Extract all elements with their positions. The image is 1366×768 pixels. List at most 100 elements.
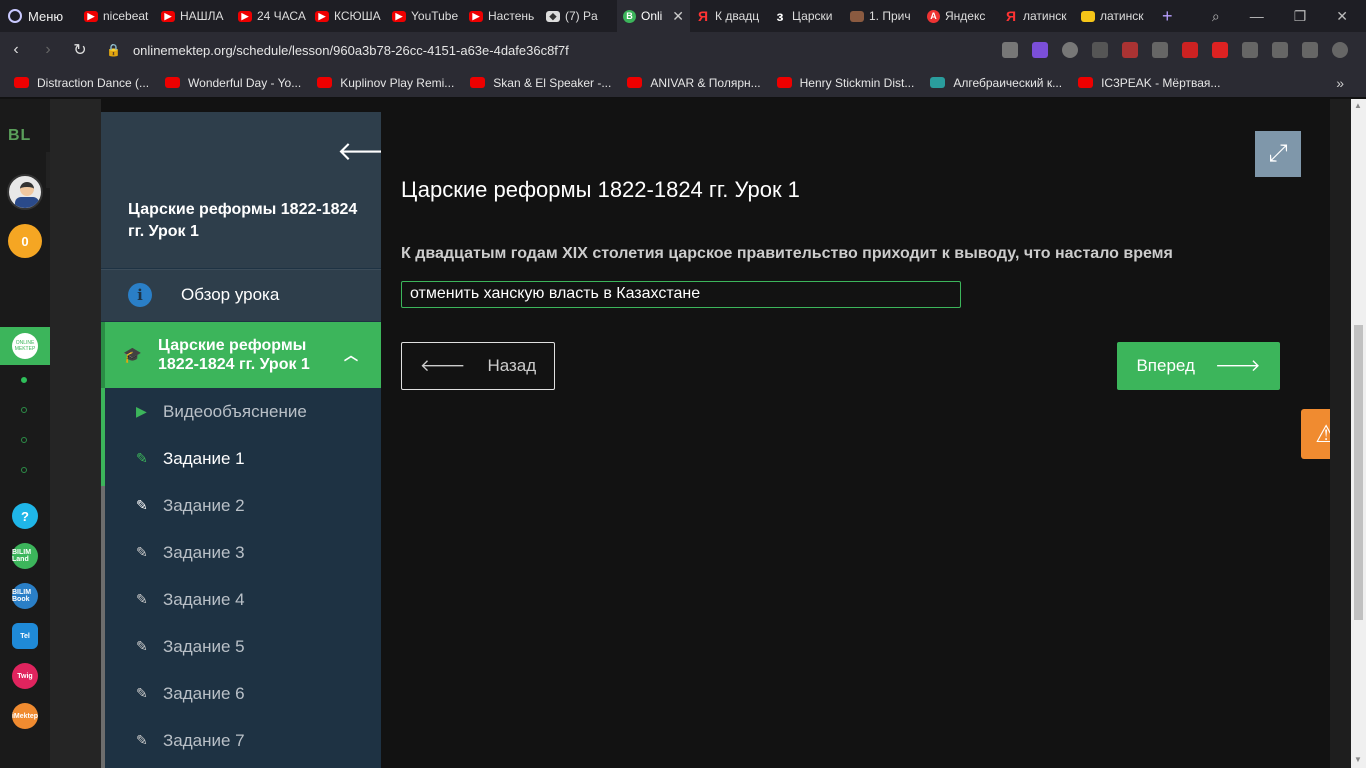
browser-tab[interactable]: латинск — [1075, 0, 1152, 32]
window-controls: ⌕ — ❐ ✕ — [1212, 8, 1366, 25]
help-icon[interactable]: ? — [12, 503, 38, 529]
youtube-icon — [776, 77, 792, 88]
sidebar-item-lesson[interactable]: 🎓 Царские реформы 1822-1824 гг. Урок 1 ︿ — [101, 322, 381, 388]
page-title: Царские реформы 1822-1824 гг. Урок 1 — [401, 177, 800, 202]
bookmark-item[interactable]: Skan & El Speaker -... — [470, 76, 611, 90]
yandex-icon: Я — [697, 8, 709, 24]
browser-tab[interactable]: ◆ (7) Pa — [540, 0, 617, 32]
reload-icon[interactable]: ↻ — [64, 40, 96, 60]
scrollbar-thumb[interactable] — [1354, 325, 1363, 620]
youtube-icon — [317, 77, 333, 88]
lesson-label: Царские реформы 1822-1824 гг. Урок 1 — [158, 337, 310, 373]
avatar[interactable] — [7, 174, 43, 210]
browser-tab[interactable]: ▶ nicebeat — [78, 0, 155, 32]
browser-tab[interactable]: ▶ КСЮША — [309, 0, 386, 32]
extension-play-icon[interactable] — [1212, 42, 1228, 58]
sidebar-item-task-3[interactable]: ✎ Задание 3 — [105, 529, 381, 576]
forward-nav-icon[interactable]: › — [32, 41, 64, 59]
extension-bfr-icon[interactable] — [1122, 42, 1138, 58]
rail-app-onlinemektep[interactable]: ONLINE MEKTEP — [0, 327, 50, 365]
youtube-icon: ▶ — [238, 10, 252, 22]
close-window-icon[interactable]: ✕ — [1336, 8, 1348, 25]
sidebar-title: Царские реформы 1822-1824 гг. Урок 1 — [128, 201, 358, 240]
bookmark-item[interactable]: Алгебраический к... — [930, 76, 1062, 90]
bookmarks-bar: Distraction Dance (... Wonderful Day - Y… — [0, 68, 1366, 98]
onlinemektep-icon: ONLINE MEKTEP — [12, 333, 38, 359]
onlinemektep-icon: B — [623, 9, 636, 23]
imektep-icon[interactable]: iMektep — [12, 703, 38, 729]
graduation-cap-icon: 🎓 — [123, 347, 142, 364]
chevron-up-icon[interactable]: ︿ — [344, 345, 358, 365]
sidebar-item-task-5[interactable]: ✎ Задание 5 — [105, 623, 381, 670]
z-icon: з — [776, 8, 784, 24]
browser-tab-active[interactable]: B Onli ✕ — [617, 0, 690, 32]
sidebar-header: 🡐 Царские реформы 1822-1824 гг. Урок 1 — [101, 112, 407, 268]
bookmark-item[interactable]: Kuplinov Play Remi... — [317, 76, 454, 90]
next-button[interactable]: Вперед 🡒 — [1117, 342, 1280, 390]
more-bookmarks-icon[interactable]: » — [1336, 75, 1344, 91]
back-button[interactable]: 🡐 Назад — [401, 342, 555, 390]
back-nav-icon[interactable]: ‹ — [0, 41, 32, 59]
sidebar-item-task-2[interactable]: ✎ Задание 2 — [105, 482, 381, 529]
book-icon — [850, 10, 864, 22]
extension-pen-icon[interactable] — [1152, 42, 1168, 58]
scroll-up-icon[interactable]: ▲ — [1354, 101, 1362, 110]
sidebar-item-video[interactable]: ▶ Видеообъяснение — [105, 388, 381, 435]
sidebar-item-task-7[interactable]: ✎ Задание 7 — [105, 717, 381, 764]
twig-icon[interactable]: Twig — [12, 663, 38, 689]
extension-roblox-icon[interactable] — [1182, 42, 1198, 58]
bookmark-item[interactable]: IC3PEAK - Мёртвая... — [1078, 76, 1220, 90]
bilimland-logo[interactable]: BL — [8, 127, 31, 145]
browser-tab[interactable]: з Царски — [767, 0, 844, 32]
bookmark-item[interactable]: Wonderful Day - Yo... — [165, 76, 301, 90]
url-field[interactable]: onlinemektep.org/schedule/lesson/960a3b7… — [133, 43, 569, 58]
sidebar-item-overview[interactable]: i Обзор урока — [101, 269, 381, 321]
bookmark-item[interactable]: Distraction Dance (... — [14, 76, 149, 90]
calendar-icon[interactable]: Tel — [12, 623, 38, 649]
profile-icon[interactable] — [1332, 42, 1348, 58]
browser-tab[interactable]: A Яндекс — [921, 0, 998, 32]
new-tab-button[interactable]: + — [1152, 6, 1183, 27]
browser-tab[interactable]: ▶ 24 ЧАСА — [232, 0, 309, 32]
answer-field[interactable]: отменить ханскую власть в Казахстане — [401, 281, 961, 308]
browser-tab[interactable]: ▶ Настень — [463, 0, 540, 32]
browser-tab[interactable]: 1. Прич — [844, 0, 921, 32]
youtube-icon: ▶ — [84, 10, 98, 22]
coins-badge[interactable]: 0 — [8, 224, 42, 258]
browser-tab[interactable]: ▶ НАШЛА — [155, 0, 232, 32]
shield-icon[interactable] — [1032, 42, 1048, 58]
search-tabs-icon[interactable]: ⌕ — [1212, 8, 1220, 25]
sidebar-item-task-1[interactable]: ✎ Задание 1 — [105, 435, 381, 482]
edit-icon: ✎ — [136, 544, 148, 560]
browser-tab[interactable]: ▶ YouTube — [386, 0, 463, 32]
heart-icon[interactable] — [1062, 42, 1078, 58]
minimize-icon[interactable]: — — [1250, 8, 1264, 24]
download-icon[interactable] — [1302, 42, 1318, 58]
rail-indicator-dot — [21, 407, 27, 413]
sidebar-item-task-6[interactable]: ✎ Задание 6 — [105, 670, 381, 717]
extension-cube-icon[interactable] — [1092, 42, 1108, 58]
restore-icon[interactable]: ❐ — [1294, 8, 1307, 25]
bookmark-item[interactable]: Henry Stickmin Dist... — [776, 76, 914, 90]
opera-menu-button[interactable]: Меню — [0, 0, 78, 32]
scroll-down-icon[interactable]: ▼ — [1354, 755, 1362, 764]
camera-icon[interactable] — [1002, 42, 1018, 58]
browser-tab[interactable]: ЯК двадц — [690, 0, 767, 32]
battery-icon[interactable] — [1242, 42, 1258, 58]
bilimland-icon[interactable]: BILIM Land — [12, 543, 38, 569]
sidebar-item-task-4[interactable]: ✎ Задание 4 — [105, 576, 381, 623]
box-icon[interactable] — [1272, 42, 1288, 58]
youtube-icon — [14, 77, 29, 88]
fullscreen-icon[interactable]: ⤢ — [1255, 131, 1301, 177]
bilimbook-icon[interactable]: BILIM Book — [12, 583, 38, 609]
browser-tab[interactable]: Ялатинск — [998, 0, 1075, 32]
bookmark-item[interactable]: ANIVAR & Полярн... — [627, 76, 761, 90]
youtube-icon — [1078, 77, 1094, 88]
scrollbar[interactable]: ▲ ▼ — [1351, 99, 1366, 768]
youtube-icon — [165, 77, 181, 88]
youtube-icon: ▶ — [392, 10, 406, 22]
close-tab-icon[interactable]: ✕ — [672, 8, 684, 25]
info-icon: i — [128, 283, 152, 307]
rail-indicator-dot — [21, 437, 27, 443]
arrow-right-icon: 🡒 — [1214, 356, 1261, 375]
